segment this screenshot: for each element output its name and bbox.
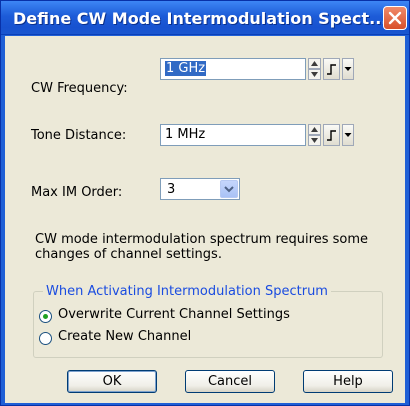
help-button[interactable]: Help	[303, 370, 393, 393]
cw-frequency-value: 1 GHz	[165, 61, 207, 76]
tone-distance-value: 1 MHz	[165, 127, 206, 142]
tone-distance-input[interactable]: 1 MHz	[160, 124, 306, 146]
ok-button[interactable]: OK	[67, 370, 157, 393]
tone-distance-spinner[interactable]	[308, 124, 321, 146]
tone-distance-menu-button[interactable]	[342, 124, 354, 146]
step-icon	[327, 130, 336, 141]
tone-distance-step-button[interactable]	[323, 124, 340, 146]
chevron-down-icon	[344, 67, 352, 71]
cw-frequency-step-button[interactable]	[323, 58, 340, 80]
title-bar[interactable]: Define CW Mode Intermodulation Spect...	[1, 1, 409, 35]
spinner-arrows-icon	[308, 58, 321, 80]
max-im-order-value: 3	[167, 182, 176, 197]
dialog-window: Define CW Mode Intermodulation Spect... …	[0, 0, 410, 406]
cw-frequency-label: CW Frequency:	[31, 81, 128, 96]
overwrite-radio-label[interactable]: Overwrite Current Channel Settings	[58, 307, 290, 322]
max-im-order-label: Max IM Order:	[31, 185, 123, 200]
cancel-button[interactable]: Cancel	[185, 370, 275, 393]
chevron-down-icon	[224, 186, 234, 193]
groupbox-title: When Activating Intermodulation Spectrum	[43, 284, 331, 299]
close-icon	[388, 11, 402, 25]
cw-frequency-menu-button[interactable]	[342, 58, 354, 80]
dialog-title: Define CW Mode Intermodulation Spect...	[13, 9, 388, 28]
close-button[interactable]	[383, 6, 407, 30]
create-new-channel-radio[interactable]	[39, 332, 52, 345]
cw-frequency-input[interactable]: 1 GHz	[160, 58, 306, 80]
chevron-down-icon	[344, 133, 352, 137]
activation-groupbox	[33, 291, 383, 358]
tone-distance-label: Tone Distance:	[31, 128, 127, 143]
dialog-client-area: CW Frequency: 1 GHz Tone Distance: 1 MHz…	[5, 36, 405, 403]
overwrite-radio[interactable]	[39, 310, 52, 323]
cw-frequency-spinner[interactable]	[308, 58, 321, 80]
step-icon	[327, 64, 336, 75]
dropdown-button[interactable]	[220, 180, 238, 198]
create-new-channel-radio-label[interactable]: Create New Channel	[58, 329, 191, 344]
max-im-order-select[interactable]: 3	[160, 178, 240, 200]
spinner-arrows-icon	[308, 124, 321, 146]
info-note: CW mode intermodulation spectrum require…	[35, 232, 369, 262]
